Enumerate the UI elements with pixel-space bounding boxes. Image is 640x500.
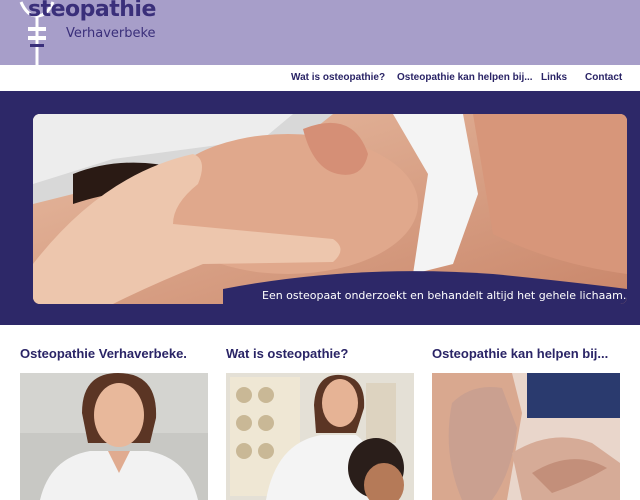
- main-navigation: Wat is osteopathie? Osteopathie kan help…: [0, 65, 640, 92]
- hero-image: [33, 114, 627, 304]
- consultation-photo[interactable]: [226, 373, 414, 500]
- column-title-osteopathie-verhaverbeke[interactable]: Osteopathie Verhaverbeke.: [20, 346, 187, 361]
- column-title-wat-is-osteopathie[interactable]: Wat is osteopathie?: [226, 346, 348, 361]
- hero-caption: Een osteopaat onderzoekt en behandelt al…: [262, 289, 627, 302]
- portrait-illustration: [20, 373, 208, 500]
- portrait-photo[interactable]: [20, 373, 208, 500]
- hero-photo-illustration: [33, 114, 627, 304]
- logo-title[interactable]: steopathie: [28, 0, 156, 22]
- nav-contact[interactable]: Contact: [585, 72, 622, 83]
- column-title-osteopathie-kan-helpen[interactable]: Osteopathie kan helpen bij...: [432, 346, 608, 361]
- site-header: steopathie Verhaverbeke: [0, 0, 640, 65]
- treatment-photo[interactable]: [432, 373, 620, 500]
- nav-osteopathie-kan-helpen[interactable]: Osteopathie kan helpen bij...: [397, 72, 533, 83]
- logo-subtitle: Verhaverbeke: [66, 26, 156, 41]
- treatment-illustration: [432, 373, 620, 500]
- consultation-illustration: [226, 373, 414, 500]
- nav-links[interactable]: Links: [541, 72, 567, 83]
- nav-wat-is-osteopathie[interactable]: Wat is osteopathie?: [291, 72, 385, 83]
